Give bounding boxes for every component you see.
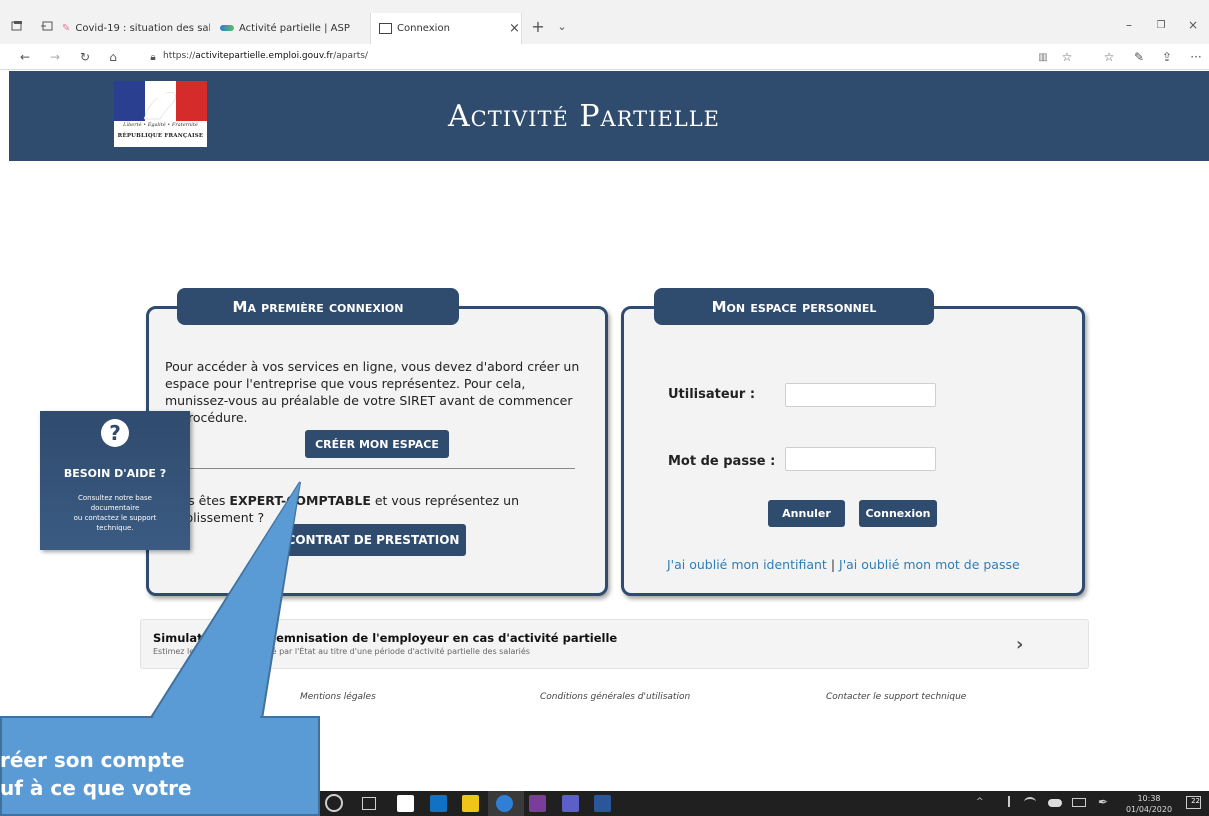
favorite-star-icon[interactable]: ☆ (1060, 50, 1074, 64)
action-center-icon[interactable]: 22 (1186, 796, 1201, 809)
first-connection-title: Ma première connexion (177, 288, 459, 325)
help-title: BESOIN D'AIDE ? (63, 467, 167, 480)
page-title: Activité Partielle (448, 99, 721, 134)
callout-line: réer son compte (0, 748, 185, 772)
wifi-icon[interactable] (1024, 797, 1036, 807)
link-separator: | (830, 557, 836, 572)
help-text-line: Consultez notre base (78, 494, 152, 502)
username-input[interactable] (785, 383, 936, 407)
logo-motto: Liberté • Égalité • Fraternité (123, 122, 198, 128)
home-icon[interactable]: ⌂ (106, 50, 120, 64)
word-icon[interactable] (594, 795, 611, 812)
simulator-subtitle: Estimez le montant remboursé par l'État … (153, 647, 530, 656)
tab-preview-chevron-icon[interactable]: ⌄ (555, 19, 569, 33)
notification-count: 22 (1191, 797, 1200, 805)
create-space-button[interactable]: CRÉER MON ESPACE (305, 430, 449, 458)
pen-notes-icon[interactable]: ✎ (1132, 50, 1146, 64)
show-hidden-icons-icon[interactable]: ^ (976, 797, 984, 807)
chevron-right-icon[interactable]: › (1016, 634, 1023, 655)
first-connection-intro: Pour accéder à vos services en ligne, vo… (165, 359, 580, 425)
expert-comptable-text: Vous êtes EXPERT-COMPTABLE et vous repré… (165, 492, 555, 526)
footer-legal-link[interactable]: Mentions légales (300, 692, 376, 702)
volume-icon[interactable] (1000, 796, 1010, 807)
simulator-title: Simulateur de l'indemnisation de l'emplo… (153, 631, 618, 645)
more-menu-icon[interactable]: ··· (1189, 50, 1203, 64)
logo-name: RÉPUBLIQUE FRANÇAISE (117, 133, 204, 139)
favicon-icon: ✎ (62, 22, 71, 34)
url-domain: activitepartielle.emploi.gouv.fr (195, 51, 334, 61)
onedrive-icon[interactable] (1048, 799, 1062, 807)
question-mark-icon: ? (101, 419, 129, 447)
help-text-line: documentaire (90, 504, 140, 512)
page-icon (379, 23, 392, 34)
marianne-icon (114, 81, 207, 121)
close-tab-icon[interactable]: × (509, 21, 520, 36)
callout-line: uf à ce que votre (0, 776, 192, 800)
store-icon[interactable] (397, 795, 414, 812)
url-path: /aparts/ (333, 51, 368, 61)
reading-view-icon[interactable]: ▥ (1036, 50, 1050, 64)
outlook-icon[interactable] (430, 795, 447, 812)
footer-support-link[interactable]: Contacter le support technique (826, 692, 966, 702)
pen-workspace-icon[interactable]: ✒ (1098, 795, 1108, 809)
password-input[interactable] (785, 447, 936, 471)
tab-manager-icon[interactable] (10, 19, 24, 33)
new-tab-icon[interactable]: + (531, 17, 545, 36)
username-label: Utilisateur : (668, 387, 756, 402)
favicon-icon (220, 25, 234, 31)
help-box[interactable]: ? BESOIN D'AIDE ? Consultez notre base d… (40, 411, 190, 550)
set-tabs-aside-icon[interactable] (40, 19, 54, 33)
file-explorer-icon[interactable] (462, 795, 479, 812)
tab-connexion[interactable]: Connexion × (370, 13, 522, 44)
expert-text-bold: EXPERT-COMPTABLE (229, 493, 371, 508)
login-button[interactable]: Connexion (859, 500, 937, 527)
personal-space-title: Mon espace personnel (654, 288, 934, 325)
battery-icon[interactable] (1072, 798, 1086, 807)
clock-time: 10:38 (1137, 794, 1161, 803)
callout-text: réer son compte uf à ce que votre (0, 746, 192, 802)
close-window-icon[interactable]: × (1186, 18, 1200, 32)
service-contract-button[interactable]: CONTRAT DE PRESTATION (280, 524, 466, 556)
help-text-line: technique. (96, 524, 134, 532)
clock-date: 01/04/2020 (1125, 805, 1173, 814)
tab-label: Activité partielle | ASP (239, 22, 350, 34)
forward-icon[interactable]: → (48, 50, 62, 64)
restore-icon[interactable]: ❐ (1154, 18, 1168, 32)
footer-terms-link[interactable]: Conditions générales d'utilisation (540, 692, 690, 702)
cortana-icon[interactable] (325, 794, 343, 812)
back-icon[interactable]: ← (18, 50, 32, 64)
password-label: Mot de passe : (668, 454, 776, 469)
share-icon[interactable]: ⇪ (1160, 50, 1174, 64)
edge-icon[interactable] (496, 795, 513, 812)
republique-francaise-logo: Liberté • Égalité • Fraternité RÉPUBLIQU… (114, 81, 207, 147)
tab-label: Connexion (397, 23, 450, 34)
forgot-username-link[interactable]: J'ai oublié mon identifiant (667, 557, 827, 572)
teams-icon[interactable] (562, 795, 579, 812)
url-text: https://activitepartielle.emploi.gouv.fr… (163, 51, 368, 61)
forgot-links: J'ai oublié mon identifiant | J'ai oubli… (667, 557, 1020, 572)
refresh-icon[interactable]: ↻ (78, 50, 92, 64)
tab-label: Covid-19 : situation des sala (75, 22, 210, 34)
help-text: Consultez notre base documentaire ou con… (40, 493, 190, 533)
onenote-icon[interactable] (529, 795, 546, 812)
forgot-password-link[interactable]: J'ai oublié mon mot de passe (839, 557, 1020, 572)
lock-icon: 🔒︎ (150, 51, 156, 63)
minimize-icon[interactable]: – (1122, 18, 1136, 32)
url-prefix: https:// (163, 51, 196, 61)
tab-activite-partielle[interactable]: Activité partielle | ASP (220, 17, 360, 39)
divider (168, 468, 575, 469)
clock[interactable]: 10:38 01/04/2020 (1124, 793, 1174, 815)
tab-covid[interactable]: ✎ Covid-19 : situation des sala (62, 17, 210, 39)
favorites-hub-icon[interactable]: ☆ (1102, 50, 1116, 64)
help-text-line: ou contactez le support (73, 514, 157, 522)
task-view-icon[interactable] (362, 797, 376, 810)
cancel-button[interactable]: Annuler (768, 500, 845, 527)
